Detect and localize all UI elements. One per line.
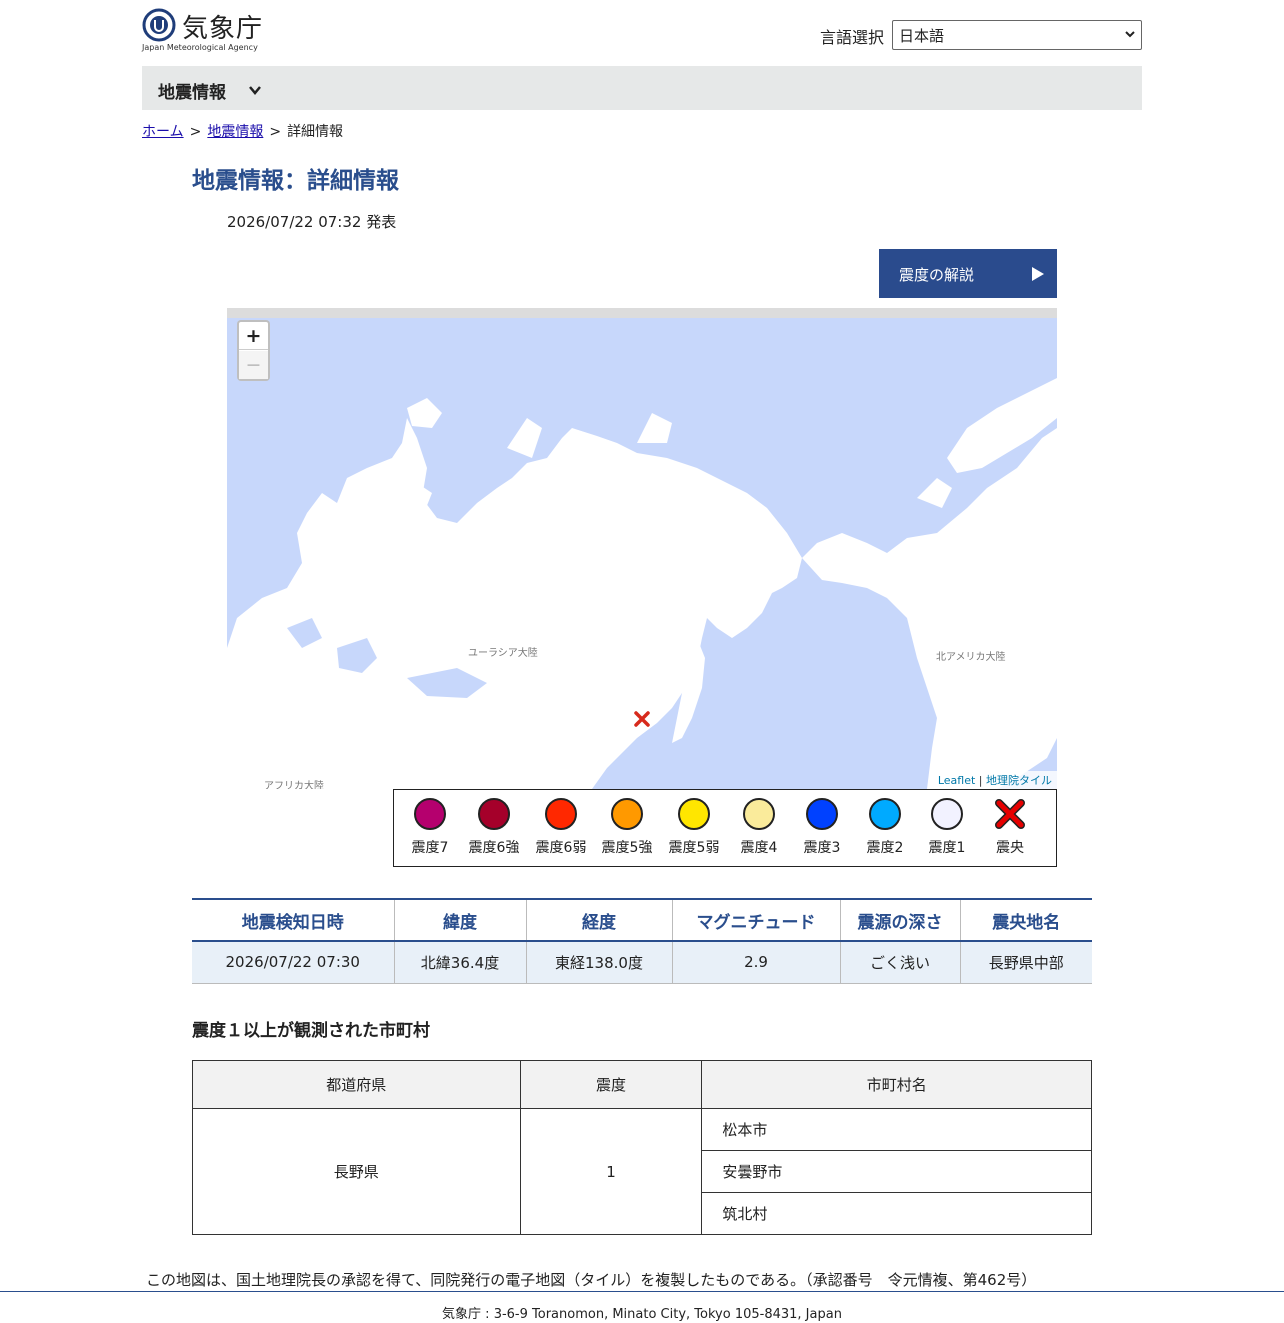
cell-intensity: 1 (519, 1108, 703, 1235)
header-depth: 震源の深さ (840, 898, 961, 942)
zoom-in-button[interactable]: + (239, 322, 268, 350)
legend-label: 震度4 (740, 840, 778, 856)
cell-epicenter-name: 長野県中部 (960, 941, 1092, 984)
table-header-row: 都道府県 震度 市町村名 (192, 1060, 1092, 1109)
footer-divider (0, 1291, 1284, 1292)
cell-municipality: 松本市 (701, 1108, 1092, 1151)
earthquake-info-table: 地震検知日時 緯度 経度 マグニチュード 震源の深さ 震央地名 2026/07/… (192, 898, 1092, 984)
language-select[interactable]: 日本語 (892, 20, 1142, 50)
map-copyright-notice: この地図は、国土地理院長の承認を得て、同院発行の電子地図（タイル）を複製したもの… (146, 1271, 1037, 1289)
earthquake-map[interactable]: + − ユーラシア大陸 北アメリカ大陸 アフリカ大陸 Leaflet | 地理院… (227, 308, 1057, 789)
observed-municipalities-heading: 震度１以上が観測された市町村 (192, 1021, 430, 1041)
table-header-row: 地震検知日時 緯度 経度 マグニチュード 震源の深さ 震央地名 (192, 898, 1092, 942)
legend-label: 震度1 (928, 840, 966, 856)
cell-magnitude: 2.9 (672, 941, 841, 984)
legend-item: 震度5強 (594, 798, 660, 857)
epicenter-x-icon (995, 799, 1025, 829)
table-row: 2026/07/22 07:30 北緯36.4度 東経138.0度 2.9 ごく… (192, 941, 1092, 984)
breadcrumb-home-link[interactable]: ホーム (142, 124, 184, 140)
legend-label: 震度5弱 (668, 840, 720, 856)
map-label-eurasia: ユーラシア大陸 (468, 648, 538, 659)
intensity-3-dot (806, 798, 838, 830)
attribution-separator: | (978, 774, 983, 787)
intensity-4-dot (743, 798, 775, 830)
gsi-tiles-link[interactable]: 地理院タイル (986, 774, 1052, 787)
breadcrumb-separator: > (269, 124, 282, 140)
epicenter-marker-icon[interactable] (633, 710, 651, 728)
header-intensity: 震度 (519, 1060, 703, 1109)
legend-item: 震度6強 (461, 798, 527, 857)
intensity-explanation-button[interactable]: 震度の解説 (879, 249, 1057, 298)
legend-label: 震度5強 (601, 840, 653, 856)
chevron-down-icon (1125, 31, 1135, 38)
intensity-2-dot (869, 798, 901, 830)
legend-label: 震度2 (866, 840, 904, 856)
intensity-6-lower-dot (545, 798, 577, 830)
breadcrumb-separator: > (189, 124, 202, 140)
legend-label: 震度6強 (468, 840, 520, 856)
header-longitude: 経度 (526, 898, 673, 942)
cell-depth: ごく浅い (840, 941, 961, 984)
nav-title: 地震情報 (158, 83, 226, 103)
legend-item: 震度6弱 (528, 798, 594, 857)
cell-longitude: 東経138.0度 (526, 941, 673, 984)
breadcrumb-section-link[interactable]: 地震情報 (207, 124, 263, 140)
logo-text: 気象庁 (182, 14, 264, 44)
leaflet-link[interactable]: Leaflet (938, 774, 975, 787)
intensity-5-lower-dot (678, 798, 710, 830)
map-label-africa: アフリカ大陸 (264, 781, 324, 789)
legend-item: 震度1 (914, 798, 980, 857)
breadcrumb-current: 詳細情報 (287, 124, 344, 140)
map-attribution: Leaflet | 地理院タイル (932, 771, 1057, 789)
explanation-button-label: 震度の解説 (899, 266, 975, 284)
legend-item: 震度3 (789, 798, 855, 857)
header-magnitude: マグニチュード (672, 898, 841, 942)
logo-subtitle: Japan Meteorological Agency (142, 43, 258, 52)
intensity-legend: 震度7 震度6強 震度6弱 震度5強 震度5弱 震度4 震度3 震度2 震度1 … (393, 789, 1057, 867)
issued-time: 2026/07/22 07:32 発表 (227, 213, 397, 231)
legend-item: 震度4 (726, 798, 792, 857)
intensity-7-dot (414, 798, 446, 830)
cell-prefecture: 長野県 (192, 1108, 521, 1235)
cell-latitude: 北緯36.4度 (394, 941, 527, 984)
language-label: 言語選択 (820, 28, 885, 47)
intensity-6-upper-dot (478, 798, 510, 830)
legend-label: 震度6弱 (535, 840, 587, 856)
section-nav[interactable]: 地震情報 (142, 66, 1142, 110)
header: 気象庁 Japan Meteorological Agency 言語選択 日本語 (142, 0, 1142, 64)
cell-detection-time: 2026/07/22 07:30 (192, 941, 395, 984)
intensity-1-dot (931, 798, 963, 830)
observed-intensity-table: 都道府県 震度 市町村名 長野県 1 松本市 安曇野市 筑北村 (192, 1060, 1092, 1235)
jma-logo[interactable]: 気象庁 Japan Meteorological Agency (142, 6, 272, 56)
jma-logo-icon (142, 8, 176, 42)
legend-label: 震度3 (803, 840, 841, 856)
header-latitude: 緯度 (394, 898, 527, 942)
legend-label: 震度7 (411, 840, 449, 856)
header-prefecture: 都道府県 (192, 1060, 521, 1109)
legend-item: 震度7 (397, 798, 463, 857)
cell-municipality: 安曇野市 (701, 1150, 1092, 1193)
header-detection-time: 地震検知日時 (192, 898, 395, 942)
breadcrumb: ホーム > 地震情報 > 詳細情報 (142, 121, 343, 141)
map-top-strip (227, 308, 1057, 318)
header-epicenter-name: 震央地名 (960, 898, 1092, 942)
zoom-control: + − (237, 320, 270, 381)
language-select-value: 日本語 (899, 27, 945, 45)
page-title: 地震情報：詳細情報 (192, 168, 399, 194)
zoom-out-button[interactable]: − (239, 351, 268, 379)
play-arrow-icon (1032, 267, 1044, 281)
intensity-5-upper-dot (611, 798, 643, 830)
cell-municipality: 筑北村 (701, 1192, 1092, 1235)
legend-item: 震央 (977, 798, 1043, 857)
legend-label: 震央 (996, 840, 1024, 856)
footer-address: 気象庁 : 3-6-9 Toranomon, Minato City, Toky… (442, 1307, 842, 1322)
legend-item: 震度2 (852, 798, 918, 857)
legend-item: 震度5弱 (661, 798, 727, 857)
chevron-down-icon (249, 86, 261, 95)
header-municipality: 市町村名 (701, 1060, 1092, 1109)
table-row: 長野県 1 松本市 (192, 1108, 1092, 1235)
map-label-north-america: 北アメリカ大陸 (936, 652, 1006, 663)
